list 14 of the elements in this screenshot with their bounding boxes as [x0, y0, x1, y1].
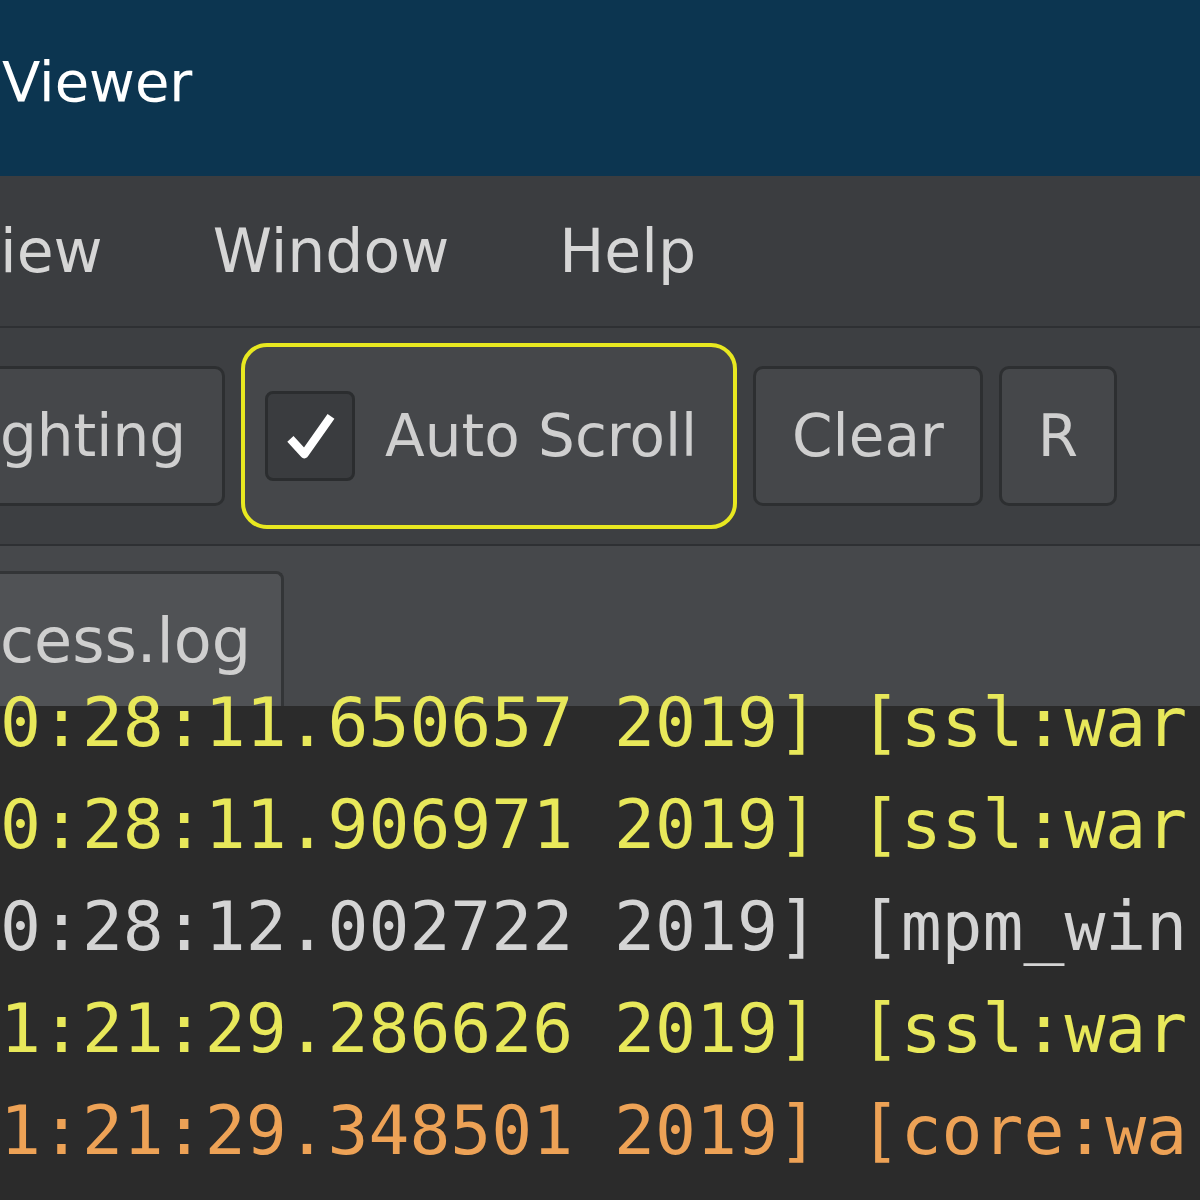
log-line: 1:21:29.286626 2019] [ssl:war	[0, 988, 1189, 1070]
menu-item[interactable]: iew	[0, 216, 103, 286]
auto-scroll-toggle[interactable]: Auto Scroll	[241, 343, 738, 529]
log-line: 1:21:29.348501 2019] [core:wa	[0, 1090, 1189, 1172]
window-title: Viewer	[2, 48, 193, 114]
checkbox[interactable]	[265, 391, 355, 481]
toolbar-button[interactable]: R	[998, 366, 1118, 506]
menu-item[interactable]: Help	[559, 216, 697, 286]
log-line: 0:28:11.906971 2019] [ssl:war	[0, 784, 1189, 866]
menu-item[interactable]: Window	[212, 216, 450, 286]
toolbar-button[interactable]: Clear	[753, 366, 983, 506]
toolbar-button[interactable]: ghting	[0, 366, 225, 506]
log-line: 0:28:12.002722 2019] [mpm_win	[0, 886, 1189, 968]
checkbox-label: Auto Scroll	[385, 402, 698, 470]
